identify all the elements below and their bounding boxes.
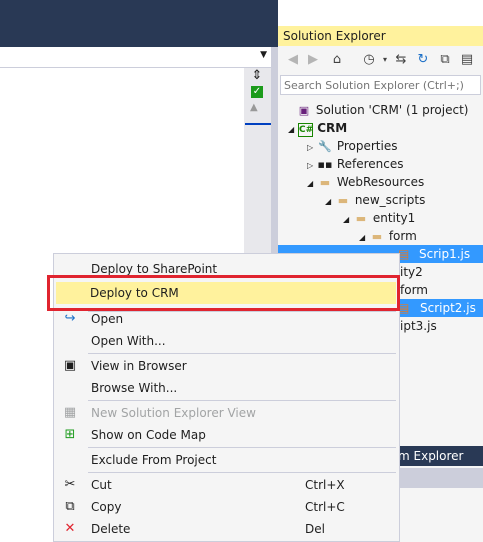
- tree-item-label: Scrip1.js: [419, 247, 471, 261]
- split-window-icon[interactable]: ⇕: [248, 68, 266, 84]
- tree-item-project[interactable]: ◢ C# CRM: [288, 119, 347, 137]
- status-check-icon: ✓: [251, 86, 263, 98]
- scissors-icon: ✂: [64, 477, 76, 492]
- refresh-icon[interactable]: ↻: [414, 51, 432, 69]
- editor-tab-bar: [0, 0, 278, 47]
- tree-item-label: new_scripts: [354, 193, 426, 207]
- tree-item-webresources[interactable]: ◢ ▬ WebResources: [307, 173, 424, 191]
- menu-item-label: Exclude From Project: [91, 453, 217, 467]
- menu-item-cut[interactable]: ✂ Cut Ctrl+X: [54, 474, 399, 496]
- annotation-highlight-box: [47, 275, 400, 311]
- menu-item-label: Show on Code Map: [91, 428, 206, 442]
- menu-item-label: Cut: [91, 478, 112, 492]
- menu-item-label: Open With...: [91, 334, 166, 348]
- menu-item-label: Copy: [91, 500, 122, 514]
- tree-item-label: ipt3.js: [400, 319, 437, 333]
- forward-icon[interactable]: ▶: [304, 51, 322, 69]
- menu-item-shortcut: Ctrl+X: [305, 478, 345, 492]
- browser-icon: ▣: [63, 358, 77, 373]
- expanded-triangle-icon[interactable]: ◢: [288, 121, 298, 139]
- menu-item-open-with[interactable]: Open With...: [54, 330, 399, 352]
- tree-item-label: Properties: [336, 139, 398, 153]
- folder-icon: ▬: [319, 176, 331, 189]
- folder-icon: ▬: [337, 194, 349, 207]
- tree-item-properties[interactable]: ▷ 🔧 Properties: [307, 137, 397, 155]
- folder-icon: ▬: [371, 230, 383, 243]
- open-arrow-icon: ↪: [64, 311, 76, 326]
- tree-item-form2[interactable]: form: [400, 281, 428, 299]
- tree-item-solution[interactable]: ▣ Solution 'CRM' (1 project): [286, 101, 469, 119]
- tree-item-label: ity2: [400, 265, 423, 279]
- solution-search-box[interactable]: [280, 75, 483, 95]
- code-map-icon: ⊞: [64, 427, 76, 442]
- tree-item-form[interactable]: ◢ ▬ form: [359, 227, 417, 245]
- menu-item-open[interactable]: ↪ Open: [54, 308, 399, 330]
- references-icon: ▪▪: [317, 158, 333, 171]
- menu-item-label: Delete: [91, 522, 131, 536]
- menu-item-label: New Solution Explorer View: [91, 406, 256, 420]
- tree-item-label: CRM: [317, 121, 348, 135]
- panel-divider: [398, 468, 483, 488]
- team-explorer-tab[interactable]: m Explorer: [398, 446, 483, 466]
- menu-item-exclude-from-project[interactable]: Exclude From Project: [54, 449, 399, 471]
- tree-item-label: Solution 'CRM' (1 project): [315, 103, 469, 117]
- chevron-down-icon[interactable]: ▼: [260, 50, 267, 60]
- solution-explorer-toolbar: ◀ ▶ ⌂ ◷ ▾ ⇆ ↻ ⧉ ▤: [278, 47, 483, 73]
- tree-item-new-scripts[interactable]: ◢ ▬ new_scripts: [325, 191, 425, 209]
- solution-icon: ▣: [298, 104, 310, 117]
- solution-explorer-title-bar: Solution Explorer: [278, 26, 483, 46]
- sync-icon[interactable]: ⇆: [392, 51, 410, 69]
- wrench-icon: 🔧: [318, 140, 332, 153]
- folder-icon: ▬: [355, 212, 367, 225]
- show-all-files-icon[interactable]: ▤: [458, 51, 476, 69]
- tree-item-entity2[interactable]: ity2: [400, 263, 423, 281]
- menu-item-label: Browse With...: [91, 381, 178, 395]
- menu-item-shortcut: Ctrl+C: [305, 500, 345, 514]
- tab-label: m Explorer: [398, 449, 464, 463]
- home-icon[interactable]: ⌂: [328, 51, 346, 69]
- menu-separator: [88, 400, 396, 401]
- panel-title: Solution Explorer: [283, 29, 386, 43]
- tree-item-references[interactable]: ▷ ▪▪ References: [307, 155, 404, 173]
- tree-item-label: entity1: [372, 211, 416, 225]
- expanded-triangle-icon[interactable]: ◢: [343, 211, 353, 229]
- collapse-all-icon[interactable]: ⧉: [436, 51, 454, 69]
- search-input[interactable]: [281, 76, 483, 94]
- scroll-up-icon[interactable]: ▲: [250, 102, 258, 113]
- menu-separator: [88, 353, 396, 354]
- expanded-triangle-icon[interactable]: ◢: [325, 193, 335, 211]
- scroll-position-marker: [245, 123, 271, 125]
- new-view-icon: ▦: [63, 405, 77, 420]
- tree-item-entity1[interactable]: ◢ ▬ entity1: [343, 209, 415, 227]
- tree-item-script3-js[interactable]: ipt3.js: [400, 317, 437, 335]
- tree-item-label: Script2.js: [420, 301, 476, 315]
- expanded-triangle-icon[interactable]: ◢: [307, 175, 317, 193]
- menu-item-copy[interactable]: ⧉ Copy Ctrl+C: [54, 496, 399, 518]
- tree-item-label: References: [336, 157, 404, 171]
- menu-item-browse-with[interactable]: Browse With...: [54, 377, 399, 399]
- menu-item-show-on-code-map[interactable]: ⊞ Show on Code Map: [54, 424, 399, 446]
- menu-item-view-in-browser[interactable]: ▣ View in Browser: [54, 355, 399, 377]
- menu-item-label: View in Browser: [91, 359, 187, 373]
- back-icon[interactable]: ◀: [284, 51, 302, 69]
- menu-item-delete[interactable]: ✕ Delete Del: [54, 518, 399, 540]
- csharp-project-icon: C#: [298, 123, 314, 137]
- delete-x-icon: ✕: [64, 521, 76, 536]
- tree-item-label: form: [388, 229, 417, 243]
- menu-item-new-solution-explorer-view: ▦ New Solution Explorer View: [54, 402, 399, 424]
- menu-separator: [88, 472, 396, 473]
- menu-separator: [88, 447, 396, 448]
- navigation-dropdown[interactable]: ▼: [0, 47, 271, 68]
- tree-item-label: WebResources: [336, 175, 425, 189]
- copy-icon: ⧉: [65, 499, 75, 514]
- menu-item-label: Open: [91, 312, 124, 326]
- tree-item-label: form: [400, 283, 428, 297]
- menu-item-shortcut: Del: [305, 522, 325, 536]
